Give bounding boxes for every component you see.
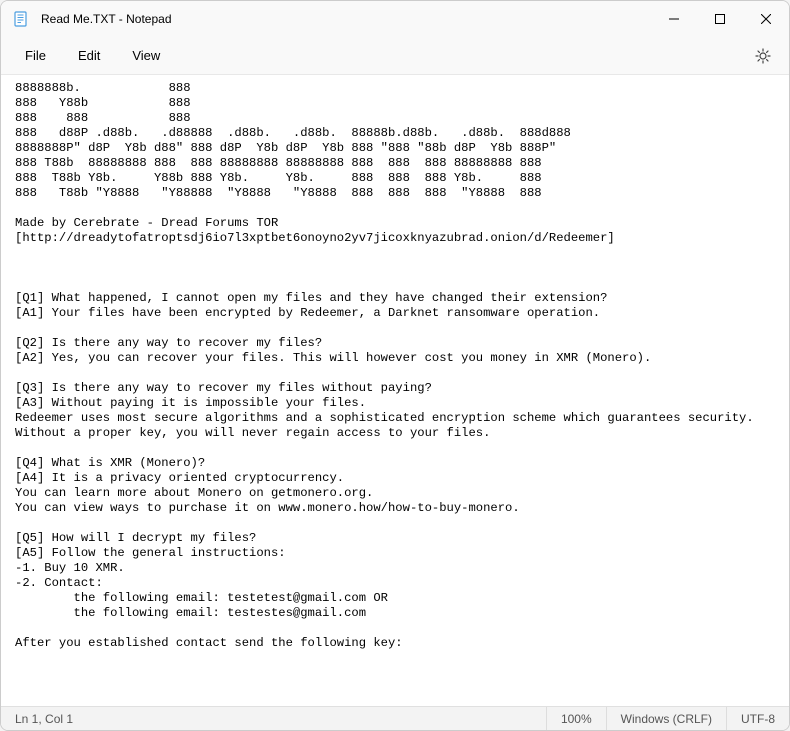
window-controls <box>651 1 789 37</box>
menubar: File Edit View <box>1 37 789 75</box>
titlebar: Read Me.TXT - Notepad <box>1 1 789 37</box>
status-encoding: UTF-8 <box>726 707 789 730</box>
settings-button[interactable] <box>745 42 781 70</box>
menu-file[interactable]: File <box>9 42 62 69</box>
minimize-button[interactable] <box>651 1 697 37</box>
statusbar: Ln 1, Col 1 100% Windows (CRLF) UTF-8 <box>1 706 789 730</box>
gear-icon <box>755 48 771 64</box>
window-title: Read Me.TXT - Notepad <box>41 12 651 26</box>
text-area[interactable]: 8888888b. 888 888 Y88b 888 888 888 888 8… <box>1 75 789 706</box>
close-button[interactable] <box>743 1 789 37</box>
status-zoom[interactable]: 100% <box>546 707 606 730</box>
notepad-window: Read Me.TXT - Notepad File Edit View 888… <box>0 0 790 731</box>
notepad-icon <box>13 11 29 27</box>
maximize-button[interactable] <box>697 1 743 37</box>
menu-view[interactable]: View <box>116 42 176 69</box>
status-eol: Windows (CRLF) <box>606 707 726 730</box>
menu-edit[interactable]: Edit <box>62 42 116 69</box>
status-cursor: Ln 1, Col 1 <box>1 707 87 730</box>
